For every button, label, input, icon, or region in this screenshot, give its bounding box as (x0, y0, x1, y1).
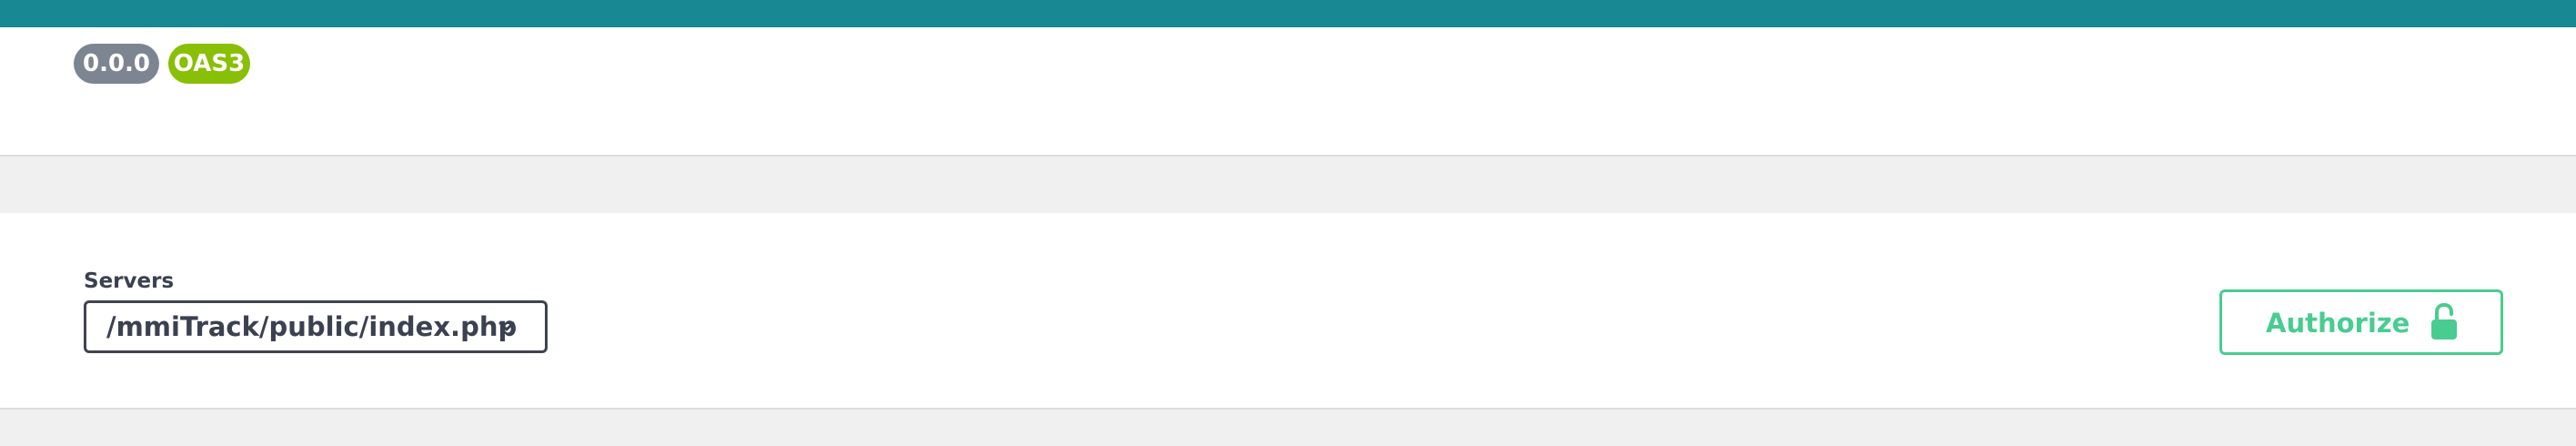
top-bar (0, 0, 2576, 27)
servers-selected-value: /mmiTrack/public/index.php (106, 311, 518, 342)
authorize-label: Authorize (2266, 308, 2410, 339)
unlock-icon (2431, 303, 2457, 340)
info-section: 0.0.0 OAS3 (0, 27, 2576, 157)
section-gap (0, 157, 2576, 213)
scheme-container: Servers /mmiTrack/public/index.php Autho… (0, 213, 2576, 410)
version-badge: 0.0.0 (74, 44, 159, 84)
operations-area (0, 410, 2576, 446)
servers-label: Servers (84, 269, 175, 293)
chevron-down-icon (498, 321, 515, 331)
oas-badge: OAS3 (168, 44, 250, 84)
authorize-button[interactable]: Authorize (2219, 289, 2503, 355)
swagger-page: 0.0.0 OAS3 Servers /mmiTrack/public/inde… (0, 0, 2576, 446)
servers-select[interactable]: /mmiTrack/public/index.php (84, 300, 548, 353)
